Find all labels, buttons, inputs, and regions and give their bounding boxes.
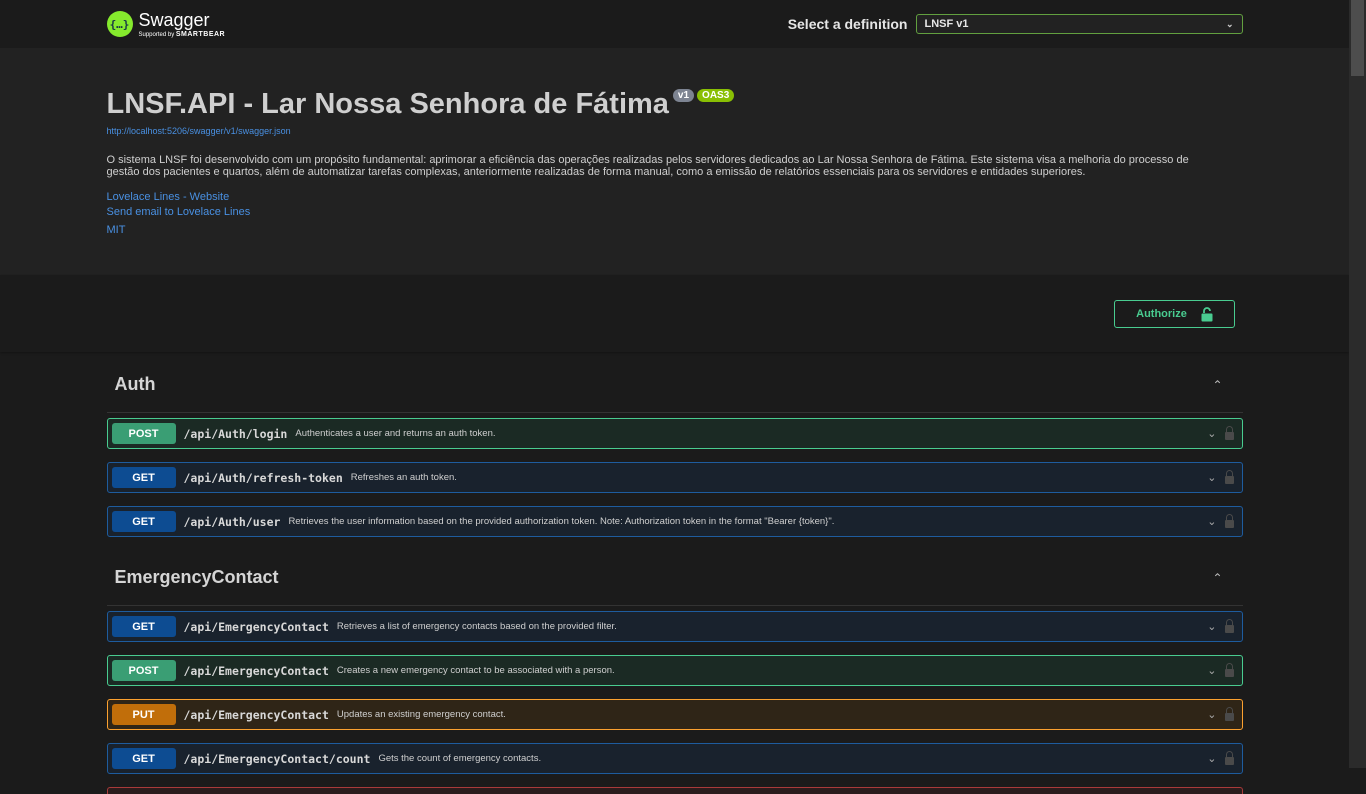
api-description: O sistema LNSF foi desenvolvido com um p… <box>106 154 1189 178</box>
license-link[interactable]: MIT <box>107 224 1243 236</box>
oas-badge: OAS3 <box>697 89 735 102</box>
swagger-logo-icon: {…} <box>106 11 133 37</box>
operation-row[interactable]: PUT/api/EmergencyContact Updates an exist… <box>106 699 1243 730</box>
chevron-down-icon[interactable]: ⌄ <box>1207 708 1216 721</box>
chevron-down-icon[interactable]: ⌄ <box>1207 752 1216 765</box>
authorize-button[interactable]: Authorize <box>1114 300 1235 328</box>
operation-path: /api/Auth/login <box>183 426 288 441</box>
operation-summary: Retrieves a list of emergency contacts b… <box>336 621 617 632</box>
definition-select[interactable]: LNSF v1 ⌄ <box>915 14 1243 34</box>
definition-select-label: Select a definition <box>787 16 908 32</box>
definition-selector: Select a definition LNSF v1 ⌄ <box>788 14 1243 34</box>
operation-row[interactable]: GET/api/Auth/refresh-token Refreshes an a… <box>106 462 1243 493</box>
method-badge: POST <box>111 660 176 681</box>
chevron-down-icon[interactable]: ⌄ <box>1207 471 1216 484</box>
chevron-down-icon: ⌄ <box>1225 18 1234 29</box>
operation-row[interactable]: POST/api/EmergencyContact Creates a new e… <box>106 655 1243 686</box>
padlock-icon[interactable] <box>1224 750 1234 765</box>
operation-row[interactable]: GET/api/EmergencyContact/count Gets the c… <box>106 743 1243 774</box>
operation-row-partial[interactable] <box>106 787 1243 794</box>
operation-path: /api/EmergencyContact <box>183 619 329 634</box>
definition-select-value: LNSF v1 <box>924 18 969 30</box>
method-badge: GET <box>111 616 176 637</box>
logo-sub-prefix: Supported by <box>138 31 175 38</box>
tag-section-auth: Auth ⌃ POST/api/Auth/login Authenticates a … <box>106 357 1243 537</box>
method-badge: PUT <box>111 704 176 725</box>
authorize-label: Authorize <box>1136 308 1187 320</box>
tag-header[interactable]: Auth ⌃ <box>106 357 1243 413</box>
website-link[interactable]: Lovelace Lines - Website <box>107 191 1243 203</box>
logo-sub-brand: SMARTBEAR <box>175 30 226 38</box>
chevron-down-icon[interactable]: ⌄ <box>1207 664 1216 677</box>
chevron-up-icon[interactable]: ⌃ <box>1212 571 1222 585</box>
swagger-logo[interactable]: {…} Swagger Supported by SMARTBEAR <box>106 9 226 38</box>
spec-url-link[interactable]: http://localhost:5206/swagger/v1/swagger… <box>107 126 1243 136</box>
operation-path: /api/EmergencyContact <box>183 663 329 678</box>
operation-summary: Updates an existing emergency contact. <box>336 709 506 720</box>
tag-header[interactable]: EmergencyContact ⌃ <box>106 550 1243 606</box>
operation-path: /api/EmergencyContact/count <box>183 751 371 766</box>
operation-summary: Gets the count of emergency contacts. <box>378 753 542 764</box>
method-badge: GET <box>111 511 176 532</box>
operation-summary: Creates a new emergency contact to be as… <box>336 665 615 676</box>
operation-summary: Authenticates a user and returns an auth… <box>295 428 496 439</box>
operation-path: /api/EmergencyContact <box>183 707 329 722</box>
chevron-up-icon[interactable]: ⌃ <box>1212 378 1222 392</box>
padlock-icon[interactable] <box>1224 513 1234 528</box>
scheme-container: Authorize <box>0 275 1349 352</box>
padlock-icon[interactable] <box>1224 425 1234 440</box>
chevron-down-icon[interactable]: ⌄ <box>1207 427 1216 440</box>
operation-summary: Retrieves the user information based on … <box>288 516 835 527</box>
version-badge: v1 <box>672 89 695 102</box>
operation-row[interactable]: GET/api/EmergencyContact Retrieves a list… <box>106 611 1243 642</box>
tag-name: Auth <box>114 374 156 394</box>
operations-section: Auth ⌃ POST/api/Auth/login Authenticates a … <box>0 352 1349 794</box>
chevron-down-icon[interactable]: ⌄ <box>1207 515 1216 528</box>
method-badge: GET <box>111 748 176 769</box>
padlock-icon[interactable] <box>1224 662 1234 677</box>
email-link[interactable]: Send email to Lovelace Lines <box>107 206 1243 218</box>
logo-name: Swagger <box>138 9 210 30</box>
api-title: LNSF.API - Lar Nossa Senhora de Fátima <box>106 88 669 120</box>
operation-path: /api/Auth/user <box>183 514 281 529</box>
tag-name: EmergencyContact <box>114 567 279 587</box>
operation-row[interactable]: POST/api/Auth/login Authenticates a user … <box>106 418 1243 449</box>
operation-row[interactable]: GET/api/Auth/user Retrieves the user info… <box>106 506 1243 537</box>
padlock-icon[interactable] <box>1224 706 1234 721</box>
chevron-down-icon[interactable]: ⌄ <box>1207 620 1216 633</box>
method-badge: GET <box>111 467 176 488</box>
padlock-icon[interactable] <box>1224 618 1234 633</box>
api-info: LNSF.API - Lar Nossa Senhora de Fátima v… <box>0 48 1349 275</box>
unlocked-padlock-icon <box>1201 306 1213 321</box>
logo-subtitle: Supported by SMARTBEAR <box>139 31 226 38</box>
method-badge: POST <box>111 423 176 444</box>
operation-path: /api/Auth/refresh-token <box>183 470 343 485</box>
scrollbar-thumb[interactable] <box>1351 0 1364 76</box>
tag-section-emergencycontact: EmergencyContact ⌃ GET/api/EmergencyContac… <box>106 550 1243 774</box>
page-scrollbar[interactable] <box>1349 0 1366 768</box>
operation-summary: Refreshes an auth token. <box>350 472 457 483</box>
padlock-icon[interactable] <box>1224 469 1234 484</box>
topbar: {…} Swagger Supported by SMARTBEAR Selec… <box>0 0 1349 48</box>
